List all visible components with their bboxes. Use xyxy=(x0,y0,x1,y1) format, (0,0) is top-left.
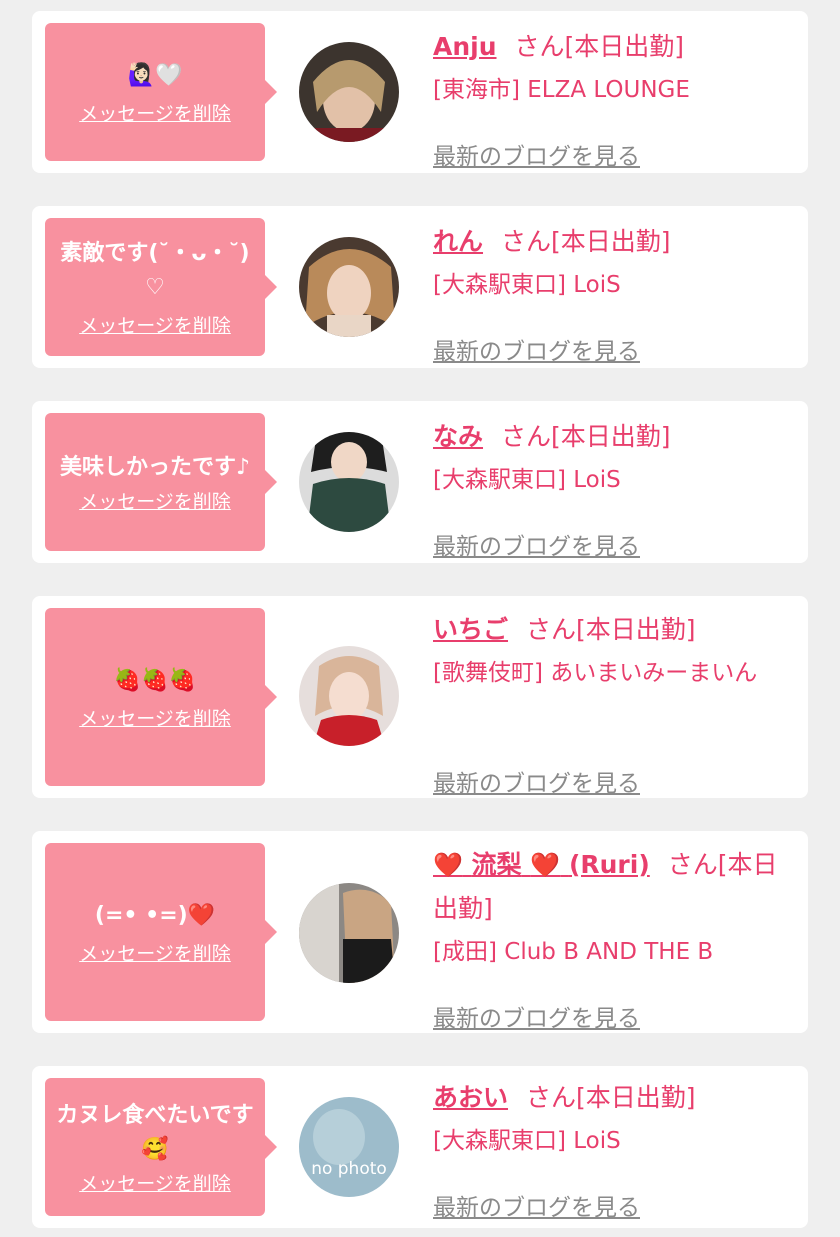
delete-message-link[interactable]: メッセージを削除 xyxy=(79,704,231,731)
avatar[interactable]: no photo xyxy=(299,1097,399,1197)
message-text: カヌレ食べたいです🥰 xyxy=(56,1102,254,1162)
profile-info: Anju さん[本日出勤] [東海市] ELZA LOUNGE 最新のブログを見る xyxy=(433,25,783,170)
blog-link[interactable]: 最新のブログを見る xyxy=(433,1188,640,1222)
blog-link[interactable]: 最新のブログを見る xyxy=(433,332,640,366)
profile-info: なみ さん[本日出勤] [大森駅東口] LoiS 最新のブログを見る xyxy=(433,415,783,560)
avatar-image xyxy=(299,237,399,337)
shop-name: [歌舞伎町] あいまいみーまいん xyxy=(433,660,758,686)
message-text: 美味しかったです♪ xyxy=(59,454,251,480)
honorific-status: さん[本日出勤] xyxy=(514,32,685,61)
name-line: いちご さん[本日出勤] xyxy=(433,608,783,652)
message-bubble: 美味しかったです♪ メッセージを削除 xyxy=(45,413,277,551)
profile-info: れん さん[本日出勤] [大森駅東口] LoiS 最新のブログを見る xyxy=(433,220,783,365)
message-bubble: カヌレ食べたいです🥰 メッセージを削除 xyxy=(45,1078,277,1216)
avatar-image xyxy=(299,883,399,983)
shop-name: [大森駅東口] LoiS xyxy=(433,1128,621,1154)
name-line: なみ さん[本日出勤] xyxy=(433,415,783,459)
name-line: ❤️ 流梨 ❤️ (Ruri) さん[本日出勤] xyxy=(433,843,783,931)
message-card: 🍓🍓🍓 メッセージを削除 いちご さん[本日出勤] [歌舞伎町] あいまいみーまい… xyxy=(32,596,808,798)
message-list: 🙋🏻‍♀️🤍 メッセージを削除 Anju さん[本日出勤] [東海市] ELZA … xyxy=(0,0,840,1237)
message-bubble: (=• •=)❤️ メッセージを削除 xyxy=(45,843,277,1021)
message-card: (=• •=)❤️ メッセージを削除 ❤️ 流梨 ❤️ (Ruri) さん[本日出… xyxy=(32,831,808,1033)
cast-name-link[interactable]: いちご xyxy=(433,615,508,644)
name-line: Anju さん[本日出勤] xyxy=(433,25,783,69)
message-card: カヌレ食べたいです🥰 メッセージを削除 no photo あおい さん[本日出勤]… xyxy=(32,1066,808,1228)
cast-name-link[interactable]: なみ xyxy=(433,422,483,451)
delete-message-link[interactable]: メッセージを削除 xyxy=(79,487,231,514)
heart-icon: ❤️ xyxy=(433,851,463,879)
message-bubble: 🙋🏻‍♀️🤍 メッセージを削除 xyxy=(45,23,277,161)
name-line: あおい さん[本日出勤] xyxy=(433,1076,783,1120)
avatar-image xyxy=(299,42,399,142)
blog-link[interactable]: 最新のブログを見る xyxy=(433,527,640,561)
profile-info: いちご さん[本日出勤] [歌舞伎町] あいまいみーまいん 最新のブログを見る xyxy=(433,608,783,797)
message-card: 美味しかったです♪ メッセージを削除 なみ さん[本日出勤] [大森駅東口] Lo… xyxy=(32,401,808,563)
message-text: 🙋🏻‍♀️🤍 xyxy=(127,62,183,88)
avatar[interactable] xyxy=(299,42,399,142)
avatar-image xyxy=(299,646,399,746)
blog-link[interactable]: 最新のブログを見る xyxy=(433,764,640,798)
message-card: 素敵です(˘・ᴗ・˘)♡ メッセージを削除 れん さん[本日出勤] [大森駅東口]… xyxy=(32,206,808,368)
message-text: (=• •=)❤️ xyxy=(94,902,216,928)
honorific-status: さん[本日出勤] xyxy=(526,1083,696,1112)
delete-message-link[interactable]: メッセージを削除 xyxy=(79,99,231,126)
message-text: 素敵です(˘・ᴗ・˘)♡ xyxy=(60,240,250,300)
honorific-status: さん[本日出勤] xyxy=(526,615,696,644)
delete-message-link[interactable]: メッセージを削除 xyxy=(79,939,231,966)
avatar[interactable] xyxy=(299,646,399,746)
shop-name: [東海市] ELZA LOUNGE xyxy=(433,77,690,103)
message-text: 🍓🍓🍓 xyxy=(113,667,197,693)
honorific-status: さん[本日出勤] xyxy=(501,227,671,256)
honorific-status: さん[本日出勤] xyxy=(501,422,671,451)
avatar[interactable] xyxy=(299,432,399,532)
avatar-image xyxy=(299,432,399,532)
shop-name: [大森駅東口] LoiS xyxy=(433,272,621,298)
name-line: れん さん[本日出勤] xyxy=(433,220,783,264)
cast-name-link[interactable]: あおい xyxy=(433,1083,508,1112)
cast-name-link[interactable]: れん xyxy=(433,227,483,256)
message-card: 🙋🏻‍♀️🤍 メッセージを削除 Anju さん[本日出勤] [東海市] ELZA … xyxy=(32,11,808,173)
avatar[interactable] xyxy=(299,237,399,337)
message-bubble: 🍓🍓🍓 メッセージを削除 xyxy=(45,608,277,786)
blog-link[interactable]: 最新のブログを見る xyxy=(433,999,640,1033)
heart-icon: ❤️ xyxy=(530,851,561,879)
message-bubble: 素敵です(˘・ᴗ・˘)♡ メッセージを削除 xyxy=(45,218,277,356)
shop-name: [大森駅東口] LoiS xyxy=(433,467,621,493)
cast-name-link[interactable]: ❤️ 流梨 ❤️ (Ruri) xyxy=(433,850,650,879)
avatar-image: no photo xyxy=(299,1097,399,1197)
profile-info: あおい さん[本日出勤] [大森駅東口] LoiS 最新のブログを見る xyxy=(433,1076,783,1221)
shop-name: [成田] Club B AND THE B xyxy=(433,939,714,965)
no-photo-label: no photo xyxy=(311,1159,387,1179)
delete-message-link[interactable]: メッセージを削除 xyxy=(79,1169,231,1196)
cast-name-link[interactable]: Anju xyxy=(433,32,497,61)
profile-info: ❤️ 流梨 ❤️ (Ruri) さん[本日出勤] [成田] Club B AND … xyxy=(433,843,783,1032)
delete-message-link[interactable]: メッセージを削除 xyxy=(79,311,231,338)
blog-link[interactable]: 最新のブログを見る xyxy=(433,137,640,171)
avatar[interactable] xyxy=(299,883,399,983)
